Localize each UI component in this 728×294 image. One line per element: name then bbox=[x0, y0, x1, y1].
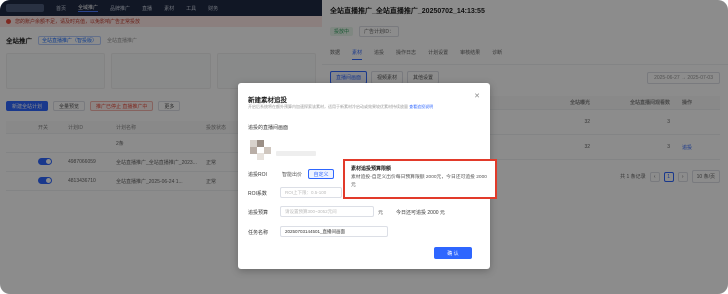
budget-input[interactable]: 请设置预算300~3052元间 bbox=[280, 206, 374, 217]
confirm-button[interactable]: 确 认 bbox=[434, 247, 472, 259]
budget-remaining: 今日还可追投 2000 元 bbox=[396, 210, 445, 216]
close-icon[interactable]: ✕ bbox=[474, 92, 480, 100]
budget-label: 追投预算 bbox=[248, 210, 269, 216]
task-name-label: 任务名称 bbox=[248, 230, 269, 236]
roi-option-custom[interactable]: 自定义 bbox=[308, 169, 334, 179]
task-name-input[interactable]: 20250703144501_直播间画面 bbox=[280, 226, 388, 237]
tooltip-title: 素材追投预算限额 bbox=[351, 166, 392, 172]
tooltip-body: 素材追投-自定义出价每日预算限额 2000元，今日还可追投 2000元 bbox=[351, 175, 487, 188]
material-name bbox=[276, 151, 316, 156]
modal-subtitle: 开启后系统将在额外预算内加速探索该素材，适用于新素材冷启动或效果较优素材持续放量… bbox=[248, 104, 434, 109]
roi-coef-input[interactable]: ROI上下限：0.5-100 bbox=[280, 187, 342, 198]
roi-option-smart[interactable]: 智能出价 bbox=[282, 171, 302, 178]
screenshot-frame: 首页 全域推广 品牌推广 直播 素材 工具 财务 您的账户余额不足，请及时充值，… bbox=[0, 0, 728, 294]
roi-coef-label: ROI系数 bbox=[248, 191, 267, 197]
modal-title: 新建素材追投 bbox=[248, 97, 287, 104]
section-label: 追投的直播间画面 bbox=[248, 125, 289, 131]
roi-label: 追投ROI bbox=[248, 172, 267, 178]
help-link[interactable]: 查看追投说明 bbox=[409, 104, 433, 109]
live-scene-thumbnail bbox=[250, 140, 272, 160]
budget-unit: 元 bbox=[378, 210, 384, 216]
budget-limit-tooltip: 素材追投预算限额 素材追投-自定义出价每日预算限额 2000元，今日还可追投 2… bbox=[343, 159, 497, 199]
